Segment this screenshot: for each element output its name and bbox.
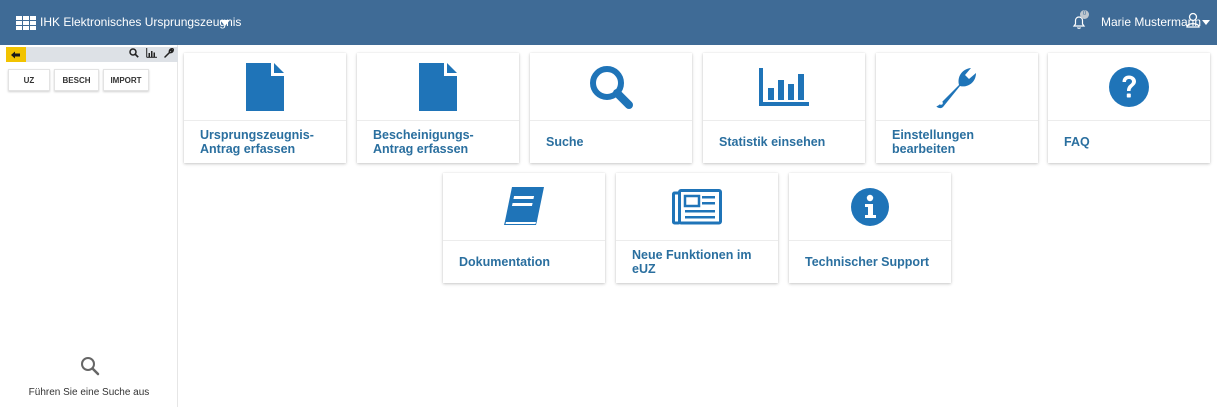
pin-icon <box>11 51 20 58</box>
notification-badge: 0 <box>1080 10 1089 19</box>
tile-uz-antrag[interactable]: Ursprungszeugnis-Antrag erfassen <box>184 53 346 163</box>
user-icon[interactable] <box>1186 12 1200 28</box>
search-hint-text: Führen Sie eine Suche aus <box>28 387 150 398</box>
apps-grid-icon[interactable] <box>16 16 36 30</box>
pin-button[interactable] <box>6 47 26 62</box>
tile-dokumentation[interactable]: Dokumentation <box>443 173 605 283</box>
book-icon <box>504 186 544 225</box>
tab-besch[interactable]: BESCH <box>54 69 99 91</box>
search-icon <box>81 357 100 376</box>
tile-label: Statistik einsehen <box>719 135 826 149</box>
sidebar-toolbar <box>6 47 178 62</box>
bar-chart-icon <box>759 67 809 106</box>
newspaper-icon <box>672 188 722 224</box>
tile-label: Bescheinigungs-Antrag erfassen <box>373 128 474 156</box>
chevron-down-icon[interactable] <box>1202 20 1210 25</box>
wrench-icon <box>936 67 976 108</box>
tile-neue-funktionen[interactable]: Neue Funktionen im eUZ <box>616 173 778 283</box>
tile-faq[interactable]: FAQ <box>1048 53 1210 163</box>
sidebar: UZ BESCH IMPORT Führen Sie eine Suche au… <box>0 45 178 407</box>
tile-label: Technischer Support <box>805 255 930 269</box>
tile-label: FAQ <box>1064 135 1090 149</box>
info-circle-icon <box>851 187 889 226</box>
tile-suche[interactable]: Suche <box>530 53 692 163</box>
bar-chart-icon[interactable] <box>146 48 157 58</box>
tab-import[interactable]: IMPORT <box>103 69 149 91</box>
wrench-icon[interactable] <box>164 48 174 58</box>
search-icon[interactable] <box>129 48 139 58</box>
file-icon <box>246 62 284 111</box>
top-navigation-bar: IHK Elektronisches Ursprungszeugnis 0 Ma… <box>0 0 1217 45</box>
tile-technischer-support[interactable]: Technischer Support <box>789 173 951 283</box>
file-icon <box>419 62 457 111</box>
app-title[interactable]: IHK Elektronisches Ursprungszeugnis <box>40 15 241 29</box>
tile-label: Neue Funktionen im eUZ <box>632 248 752 276</box>
tile-label: Ursprungszeugnis-Antrag erfassen <box>200 128 314 156</box>
tile-label: Dokumentation <box>459 255 550 269</box>
tile-label: Einstellungen bearbeiten <box>892 128 974 156</box>
tile-einstellungen[interactable]: Einstellungen bearbeiten <box>876 53 1038 163</box>
tile-statistik[interactable]: Statistik einsehen <box>703 53 865 163</box>
question-circle-icon <box>1109 66 1149 107</box>
chevron-down-icon[interactable] <box>220 20 230 26</box>
tab-uz[interactable]: UZ <box>8 69 50 91</box>
search-icon <box>590 65 633 109</box>
tile-besch-antrag[interactable]: Bescheinigungs-Antrag erfassen <box>357 53 519 163</box>
tile-label: Suche <box>546 135 584 149</box>
